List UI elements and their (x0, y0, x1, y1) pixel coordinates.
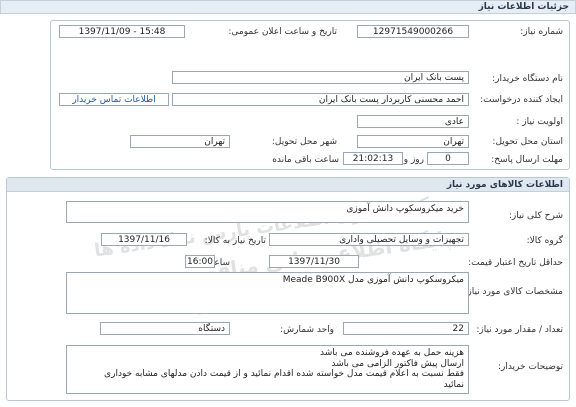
group-label: گروه کالا: (526, 236, 563, 246)
city-field: تهران (130, 135, 230, 148)
days-value: 0 (445, 153, 451, 164)
province-value: تهران (443, 136, 464, 147)
need-number-field: 12971549000266 (357, 25, 469, 38)
specs-field: میکروسکوپ دانش آموزی مدل Meade B900X (66, 272, 469, 314)
need-date-label: تاریخ نیاز به کالا: (204, 236, 266, 246)
buyer-notes-line-2: ارسال پیش فاکتور الزامی می باشد (331, 358, 464, 369)
general-desc-label: شرح کلی نیاز: (508, 211, 563, 221)
validity-time-value: 16:00 (187, 256, 213, 267)
requester-value: احمد محسنی کاربردار پست بانک ایران (318, 94, 464, 105)
announce-date-label: تاریخ و ساعت اعلان عمومی: (228, 27, 337, 37)
buyer-org-value: پست بانک ایران (404, 72, 464, 83)
province-field: تهران (357, 135, 469, 148)
goods-panel-title: اطلاعات کالاهای مورد نیاز (446, 179, 563, 190)
deadline-label: مهلت ارسال پاسخ: (491, 155, 563, 165)
need-number-value: 12971549000266 (372, 26, 454, 37)
buyer-notes-line-4: نمائید (443, 379, 464, 390)
priority-field: عادی (357, 115, 469, 128)
need-date-field: 1397/11/16 (101, 233, 187, 246)
city-value: تهران (204, 136, 225, 147)
province-label: استان محل تحویل: (492, 137, 563, 147)
validity-date-value: 1397/11/30 (288, 256, 340, 267)
unit-field: دستگاه (100, 322, 230, 335)
buyer-notes-field: هزینه حمل به عهده فروشنده می باشد ارسال … (66, 345, 469, 394)
day-word: روز و (403, 155, 424, 165)
page-header: جزئیات اطلاعات نیاز (0, 0, 576, 14)
group-value: تجهیزات و وسایل تحصیلی واداری (339, 234, 464, 245)
buyer-notes-label: توضیحات خریدار: (497, 362, 563, 372)
validity-date-field: 1397/11/30 (269, 255, 359, 268)
buyer-notes-line-1: هزینه حمل به عهده فروشنده می باشد (320, 348, 464, 358)
requester-label: ایجاد کننده درخواست: (480, 95, 563, 105)
group-field: تجهیزات و وسایل تحصیلی واداری (269, 233, 469, 246)
specs-value: میکروسکوپ دانش آموزی مدل Meade B900X (282, 275, 464, 285)
contact-buyer-link-text[interactable]: اطلاعات تماس خریدار (72, 95, 155, 105)
requester-field: احمد محسنی کاربردار پست بانک ایران (172, 93, 469, 106)
qty-value: 22 (452, 323, 464, 334)
buyer-notes-line-3: فقط نسبت به اعلام قیمت مدل خواسته شده اق… (104, 369, 464, 379)
goods-panel-header: اطلاعات کالاهای مورد نیاز (7, 178, 569, 192)
remaining-time-value: 21:02:13 (352, 153, 394, 164)
priority-label: اولویت نیاز : (516, 117, 563, 127)
days-field: 0 (427, 152, 469, 165)
page-title: جزئیات اطلاعات نیاز (478, 2, 569, 12)
announce-date-field: 1397/11/09 - 15:48 (59, 25, 185, 38)
remaining-time-field: 21:02:13 (343, 152, 403, 165)
validity-time-field: 16:00 (185, 255, 215, 268)
remaining-word: ساعت باقی مانده (272, 155, 339, 165)
qty-field: 22 (343, 322, 469, 335)
validity-label: حداقل تاریخ اعتبار قیمت: (468, 258, 563, 268)
unit-value: دستگاه (198, 323, 225, 334)
qty-label: تعداد / مقدار مورد نیاز: (476, 325, 563, 335)
buyer-org-field: پست بانک ایران (172, 71, 469, 84)
priority-value: عادی (444, 116, 464, 127)
need-number-label: شماره نیاز: (520, 27, 563, 37)
announce-date-value: 1397/11/09 - 15:48 (78, 26, 166, 37)
city-label: شهر محل تحویل: (271, 137, 337, 147)
general-desc-value: خرید میکروسکوپ دانش آموزی (346, 204, 464, 214)
specs-label: مشخصات کالای مورد نیاز: (464, 287, 563, 297)
buyer-org-label: نام دستگاه خریدار: (492, 74, 563, 84)
unit-label: واحد شمارش: (280, 325, 334, 335)
contact-buyer-link[interactable]: اطلاعات تماس خریدار (59, 93, 169, 106)
need-date-value: 1397/11/16 (118, 234, 170, 245)
general-desc-field: خرید میکروسکوپ دانش آموزی (66, 201, 469, 223)
